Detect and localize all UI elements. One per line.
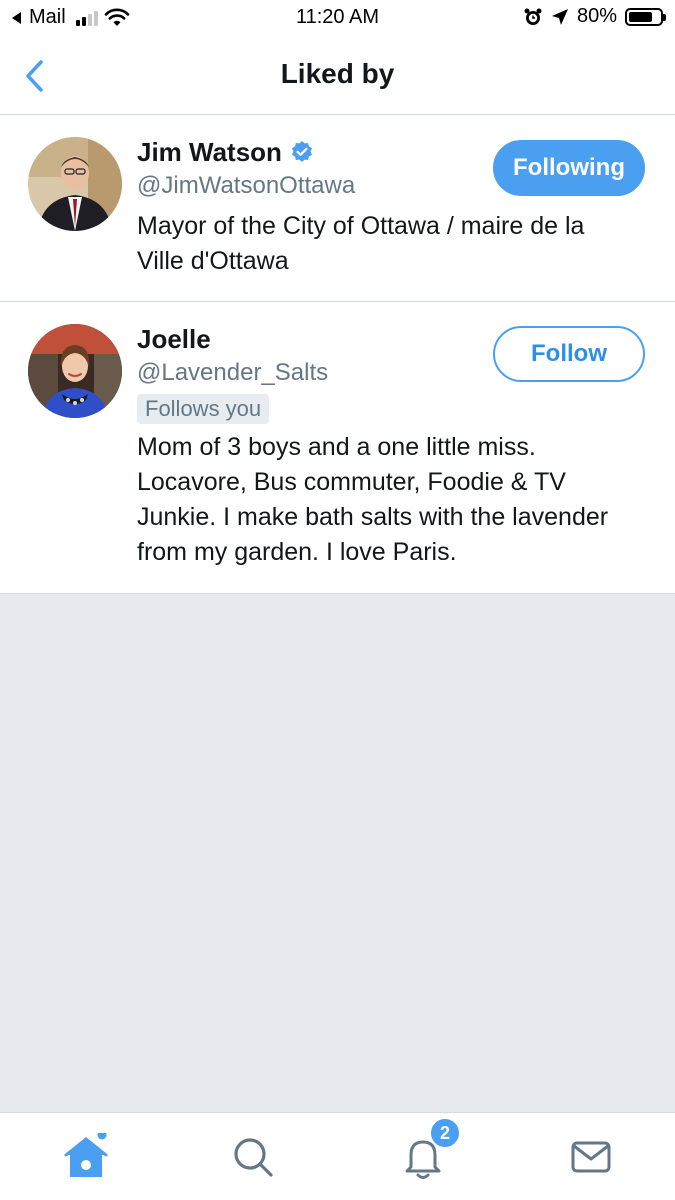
- mail-icon: [571, 1141, 611, 1173]
- user-bio: Mom of 3 boys and a one little miss. Loc…: [137, 433, 609, 566]
- status-right: 80%: [523, 5, 666, 28]
- empty-list-area: [0, 594, 675, 1112]
- user-name: Joelle: [137, 324, 211, 354]
- tab-messages[interactable]: [567, 1133, 615, 1181]
- location-arrow-icon: [551, 8, 568, 25]
- nav-bar: Liked by: [0, 36, 675, 115]
- following-button[interactable]: Following: [493, 140, 645, 196]
- user-bio: Mayor of the City of Ottawa / maire de l…: [137, 212, 585, 275]
- user-row[interactable]: Joelle @Lavender_Salts Follows you Mom o…: [0, 302, 675, 594]
- home-icon: [64, 1130, 108, 1177]
- battery-icon: [625, 7, 666, 26]
- avatar-photo: [28, 324, 122, 418]
- follow-button[interactable]: Follow: [493, 326, 645, 382]
- avatar[interactable]: [28, 324, 122, 418]
- avatar[interactable]: [28, 137, 122, 231]
- user-row[interactable]: Jim Watson @JimWatsonOttawa Mayor of the…: [0, 115, 675, 302]
- tab-bar: 2: [0, 1112, 675, 1200]
- verified-badge-icon: [291, 141, 312, 162]
- battery-fill: [629, 11, 653, 22]
- tab-search[interactable]: [229, 1133, 277, 1181]
- follows-you-badge: Follows you: [137, 394, 270, 424]
- search-icon: [234, 1138, 273, 1177]
- tab-notifications[interactable]: 2: [399, 1117, 461, 1181]
- screen: Mail 11:20 AM 80% Liked by Jim Watson @J…: [0, 0, 675, 1200]
- notification-badge: 2: [429, 1117, 461, 1149]
- status-bar: Mail 11:20 AM 80%: [0, 0, 675, 36]
- battery-percent: 80%: [576, 5, 617, 27]
- tab-home[interactable]: [62, 1130, 110, 1181]
- user-name: Jim Watson: [137, 137, 282, 167]
- page-title: Liked by: [280, 58, 395, 89]
- avatar-photo: [28, 137, 122, 231]
- alarm-clock-icon: [524, 8, 542, 25]
